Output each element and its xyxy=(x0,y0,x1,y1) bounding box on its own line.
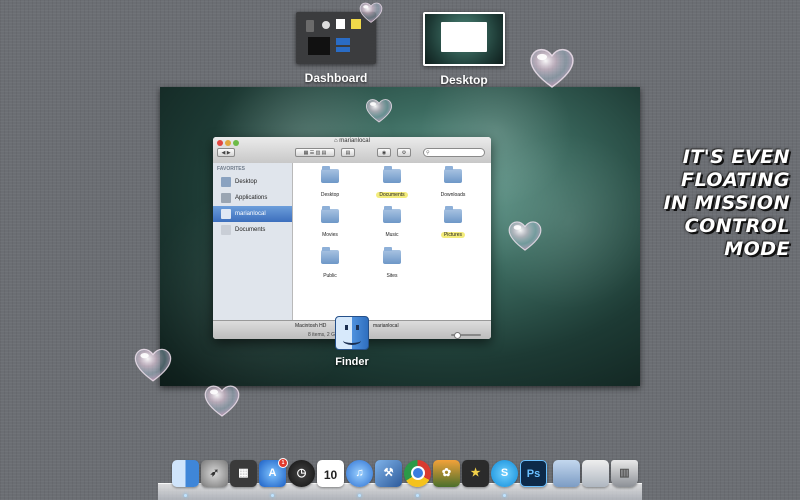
view-mode-buttons[interactable]: ▦ ☰ ▥ ▤ xyxy=(295,148,335,157)
running-indicator xyxy=(503,494,506,497)
heart-bubble-icon xyxy=(530,48,574,88)
finder-app-label: Finder xyxy=(335,356,369,368)
window-title-text: marianlocal xyxy=(339,138,370,144)
caption-line: IT'S EVEN xyxy=(682,146,790,168)
applications-icon xyxy=(221,193,231,203)
space-label-desktop: Desktop xyxy=(440,73,488,87)
calendar-widget-icon xyxy=(308,37,330,55)
finder-icon xyxy=(335,316,369,350)
dock: ➶ ▦ A1 ◷ 10 ♫ ⚒ ✿ ★ S Ps ▥ xyxy=(158,458,642,500)
desktop-thumbnail[interactable] xyxy=(423,12,505,66)
finder-window[interactable]: ⌂ marianlocal ◀ ▶ ▦ ☰ ▥ ▤ ▤ ◉ ⚙ ⚲ FAVORI… xyxy=(213,137,491,339)
desktop-icon xyxy=(221,177,231,187)
sidebar-item-documents[interactable]: Documents xyxy=(213,222,292,238)
window-titlebar[interactable]: ⌂ marianlocal ◀ ▶ ▦ ☰ ▥ ▤ ▤ ◉ ⚙ ⚲ xyxy=(213,137,491,164)
folder-icon xyxy=(383,166,401,183)
documents-icon xyxy=(221,225,231,235)
folder-downloads[interactable]: Downloads xyxy=(423,166,483,201)
search-input[interactable]: ⚲ xyxy=(423,148,485,157)
sidebar-item-marianlocal[interactable]: marianlocal xyxy=(213,206,292,222)
heart-bubble-icon xyxy=(134,348,172,382)
home-icon xyxy=(221,209,231,219)
running-indicator xyxy=(184,494,187,497)
documents-stack-icon[interactable] xyxy=(582,460,609,487)
heart-bubble-icon xyxy=(204,385,240,417)
file-grid: Desktop Documents Downloads Movies Music… xyxy=(293,163,491,321)
folder-movies[interactable]: Movies xyxy=(300,206,360,241)
applications-folder-icon[interactable] xyxy=(553,460,580,487)
window-title: ⌂ marianlocal xyxy=(213,138,491,144)
path-item-home[interactable]: marianlocal xyxy=(373,323,399,329)
calendar-icon[interactable]: 10 xyxy=(317,460,344,487)
xcode-icon[interactable]: ⚒ xyxy=(375,460,402,487)
sidebar-item-applications[interactable]: Applications xyxy=(213,190,292,206)
home-icon: ⌂ xyxy=(334,138,338,144)
icon-size-slider-knob[interactable] xyxy=(454,332,461,339)
space-desktop[interactable]: Desktop xyxy=(423,12,505,87)
weather-widget-icon xyxy=(336,38,350,45)
imovie-icon[interactable]: ★ xyxy=(462,460,489,487)
heart-bubble-icon xyxy=(508,221,542,251)
sidebar: FAVORITES Desktop Applications marianloc… xyxy=(213,163,293,321)
heart-bubble-icon xyxy=(365,99,393,123)
itunes-icon[interactable]: ♫ xyxy=(346,460,373,487)
folder-icon xyxy=(383,247,401,264)
path-item-disk[interactable]: Macintosh HD xyxy=(295,323,326,329)
folder-desktop[interactable]: Desktop xyxy=(300,166,360,201)
back-forward-buttons[interactable]: ◀ ▶ xyxy=(217,148,235,157)
folder-icon xyxy=(321,247,339,264)
folder-icon xyxy=(321,206,339,223)
dashboard-icon[interactable]: ◷ xyxy=(288,460,315,487)
iphoto-icon[interactable]: ✿ xyxy=(433,460,460,487)
running-indicator xyxy=(416,494,419,497)
folder-sites[interactable]: Sites xyxy=(362,247,422,282)
sidebar-item-desktop[interactable]: Desktop xyxy=(213,174,292,190)
caption-line: FLOATING xyxy=(681,169,790,191)
caption-line: MODE xyxy=(724,238,790,260)
folder-pictures[interactable]: Pictures xyxy=(423,206,483,241)
finder-icon[interactable] xyxy=(172,460,199,487)
app-store-icon[interactable]: A1 xyxy=(259,458,288,487)
photoshop-icon[interactable]: Ps xyxy=(520,460,547,487)
action-button[interactable]: ⚙ xyxy=(397,148,411,157)
folder-icon xyxy=(444,166,462,183)
chrome-icon[interactable] xyxy=(404,460,431,487)
note-widget-icon xyxy=(336,19,345,29)
sidebar-header: FAVORITES xyxy=(217,166,245,172)
clock-widget-icon xyxy=(322,21,330,29)
running-indicator xyxy=(271,494,274,497)
caption-line: IN MISSION xyxy=(663,192,790,214)
mini-finder-window xyxy=(441,22,487,52)
arrange-button[interactable]: ▤ xyxy=(341,148,355,157)
folder-public[interactable]: Public xyxy=(300,247,360,282)
search-icon: ⚲ xyxy=(426,150,430,156)
caption-line: CONTROL xyxy=(684,215,790,237)
folder-icon xyxy=(383,206,401,223)
finder-app-badge[interactable]: Finder xyxy=(333,316,371,368)
widget-icon xyxy=(306,20,314,32)
folder-documents[interactable]: Documents xyxy=(362,166,422,201)
heart-bubble-icon xyxy=(359,2,383,23)
mission-control-icon[interactable]: ▦ xyxy=(230,460,257,487)
folder-icon xyxy=(444,206,462,223)
running-indicator xyxy=(358,494,361,497)
folder-music[interactable]: Music xyxy=(362,206,422,241)
trash-icon[interactable]: ▥ xyxy=(611,460,638,487)
quick-look-button[interactable]: ◉ xyxy=(377,148,391,157)
app-store-badge: 1 xyxy=(278,458,288,468)
space-label-dashboard: Dashboard xyxy=(304,71,368,85)
folder-icon xyxy=(321,166,339,183)
launchpad-icon[interactable]: ➶ xyxy=(201,460,228,487)
promo-caption: IT'S EVEN FLOATING IN MISSION CONTROL MO… xyxy=(640,146,790,261)
stock-widget-icon xyxy=(336,47,350,52)
skype-icon[interactable]: S xyxy=(491,460,518,487)
